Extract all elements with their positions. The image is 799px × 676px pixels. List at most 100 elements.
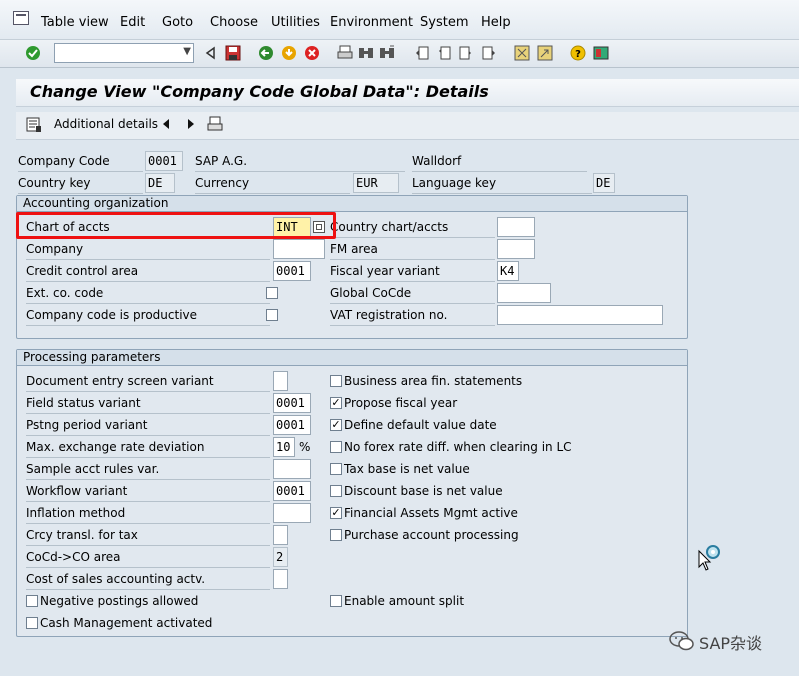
currency-field: EUR bbox=[353, 173, 399, 193]
purchase-account-processing-checkbox[interactable] bbox=[330, 529, 342, 541]
cocd-co-area-field: 2 bbox=[273, 547, 288, 567]
no-forex-rate-diff-label: No forex rate diff. when clearing in LC bbox=[344, 440, 572, 454]
menu-system[interactable]: System bbox=[420, 15, 468, 30]
sample-acct-rules-field[interactable] bbox=[273, 459, 311, 479]
doc-entry-screen-variant-label: Document entry screen variant bbox=[26, 374, 214, 388]
posting-period-variant-field[interactable]: 0001 bbox=[273, 415, 311, 435]
customize-layout-icon[interactable] bbox=[592, 44, 610, 62]
negative-postings-label: Negative postings allowed bbox=[40, 594, 199, 608]
cash-management-label: Cash Management activated bbox=[40, 616, 213, 630]
wechat-icon bbox=[669, 630, 695, 655]
menu-utilities[interactable]: Utilities bbox=[271, 15, 320, 30]
cancel-icon[interactable] bbox=[303, 44, 321, 62]
fm-area-label: FM area bbox=[330, 242, 378, 256]
propose-fiscal-year-label: Propose fiscal year bbox=[344, 396, 458, 410]
svg-text:?: ? bbox=[575, 49, 581, 60]
company-code-productive-label: Company code is productive bbox=[26, 308, 198, 322]
additional-details-button[interactable]: Additional details bbox=[54, 117, 158, 131]
exit-icon[interactable] bbox=[280, 44, 298, 62]
menu-environment[interactable]: Environment bbox=[330, 15, 413, 30]
fm-area-field[interactable] bbox=[497, 239, 535, 259]
menu-choose[interactable]: Choose bbox=[210, 15, 258, 30]
percent-unit: % bbox=[299, 440, 311, 454]
global-cocde-field[interactable] bbox=[497, 283, 551, 303]
field-status-variant-field[interactable]: 0001 bbox=[273, 393, 311, 413]
first-page-icon[interactable] bbox=[413, 44, 431, 62]
language-key-label: Language key bbox=[412, 176, 497, 190]
last-page-icon[interactable] bbox=[480, 44, 498, 62]
previous-page-icon[interactable] bbox=[435, 44, 453, 62]
menu-edit[interactable]: Edit bbox=[120, 15, 145, 30]
negative-postings-checkbox[interactable] bbox=[26, 595, 38, 607]
enable-amount-split-checkbox[interactable] bbox=[330, 595, 342, 607]
propose-fiscal-year-checkbox[interactable]: ✓ bbox=[330, 397, 342, 409]
help-icon[interactable]: ? bbox=[569, 44, 587, 62]
cost-of-sales-accounting-label: Cost of sales accounting actv. bbox=[26, 572, 206, 586]
global-cocde-label: Global CoCde bbox=[330, 286, 412, 300]
fiscal-year-variant-label: Fiscal year variant bbox=[330, 264, 440, 278]
enter-check-icon[interactable] bbox=[24, 44, 42, 62]
country-key-field: DE bbox=[145, 173, 175, 193]
tax-base-net-label: Tax base is net value bbox=[344, 462, 470, 476]
city-text: Walldorf bbox=[412, 154, 462, 168]
enable-amount-split-label: Enable amount split bbox=[344, 594, 465, 608]
print-icon[interactable] bbox=[336, 44, 354, 62]
define-default-value-date-label: Define default value date bbox=[344, 418, 497, 432]
details-icon[interactable] bbox=[25, 116, 43, 134]
command-field[interactable]: ▼ bbox=[54, 43, 194, 63]
country-chart-field[interactable] bbox=[497, 217, 535, 237]
field-status-variant-label: Field status variant bbox=[26, 396, 141, 410]
currency-label: Currency bbox=[195, 176, 250, 190]
business-area-fin-statements-checkbox[interactable] bbox=[330, 375, 342, 387]
shortcut-icon[interactable] bbox=[536, 44, 554, 62]
max-exchange-rate-deviation-field[interactable]: 10 bbox=[273, 437, 295, 457]
financial-assets-mgmt-checkbox[interactable]: ✓ bbox=[330, 507, 342, 519]
vat-registration-label: VAT registration no. bbox=[330, 308, 448, 322]
previous-entry-icon[interactable] bbox=[161, 117, 171, 134]
menu-help[interactable]: Help bbox=[481, 15, 511, 30]
ext-co-code-checkbox[interactable] bbox=[266, 287, 278, 299]
page-title: Change View "Company Code Global Data": … bbox=[30, 82, 489, 101]
credit-control-area-label: Credit control area bbox=[26, 264, 139, 278]
company-field[interactable] bbox=[273, 239, 325, 259]
inflation-method-field[interactable] bbox=[273, 503, 311, 523]
highlight-box bbox=[16, 212, 336, 239]
menu-table-view[interactable]: Table view bbox=[41, 15, 109, 30]
menu-goto[interactable]: Goto bbox=[162, 15, 193, 30]
next-entry-icon[interactable] bbox=[186, 117, 196, 134]
business-area-fin-statements-label: Business area fin. statements bbox=[344, 374, 523, 388]
cost-of-sales-accounting-field[interactable] bbox=[273, 569, 288, 589]
inflation-method-label: Inflation method bbox=[26, 506, 126, 520]
cash-management-checkbox[interactable] bbox=[26, 617, 38, 629]
company-name-text: SAP A.G. bbox=[195, 154, 248, 168]
create-session-icon[interactable] bbox=[513, 44, 531, 62]
title-bar: Change View "Company Code Global Data": … bbox=[16, 79, 799, 107]
credit-control-area-field[interactable]: 0001 bbox=[273, 261, 311, 281]
discount-base-net-checkbox[interactable] bbox=[330, 485, 342, 497]
save-icon[interactable] bbox=[224, 44, 242, 62]
find-icon[interactable] bbox=[357, 44, 375, 62]
no-forex-rate-diff-checkbox[interactable] bbox=[330, 441, 342, 453]
company-label: Company bbox=[26, 242, 84, 256]
define-default-value-date-checkbox[interactable]: ✓ bbox=[330, 419, 342, 431]
tax-base-net-checkbox[interactable] bbox=[330, 463, 342, 475]
crcy-transl-tax-field[interactable] bbox=[273, 525, 288, 545]
fiscal-year-variant-field[interactable]: K4 bbox=[497, 261, 519, 281]
max-exchange-rate-deviation-label: Max. exchange rate deviation bbox=[26, 440, 205, 454]
processing-parameters-title: Processing parameters bbox=[17, 350, 687, 366]
back-icon[interactable] bbox=[257, 44, 275, 62]
find-next-icon[interactable] bbox=[378, 44, 396, 62]
chevron-down-icon[interactable]: ▼ bbox=[183, 46, 191, 57]
cocd-co-area-label: CoCd->CO area bbox=[26, 550, 121, 564]
next-page-icon[interactable] bbox=[457, 44, 475, 62]
ext-co-code-label: Ext. co. code bbox=[26, 286, 104, 300]
doc-entry-screen-variant-field[interactable] bbox=[273, 371, 288, 391]
print-preview-icon[interactable] bbox=[207, 116, 223, 135]
back-arrow-icon[interactable] bbox=[201, 44, 219, 62]
accounting-organization-title: Accounting organization bbox=[17, 196, 687, 212]
company-code-productive-checkbox[interactable] bbox=[266, 309, 278, 321]
vat-registration-field[interactable] bbox=[497, 305, 663, 325]
workflow-variant-field[interactable]: 0001 bbox=[273, 481, 311, 501]
language-key-field: DE bbox=[593, 173, 615, 193]
window-menu-icon[interactable] bbox=[13, 11, 29, 25]
